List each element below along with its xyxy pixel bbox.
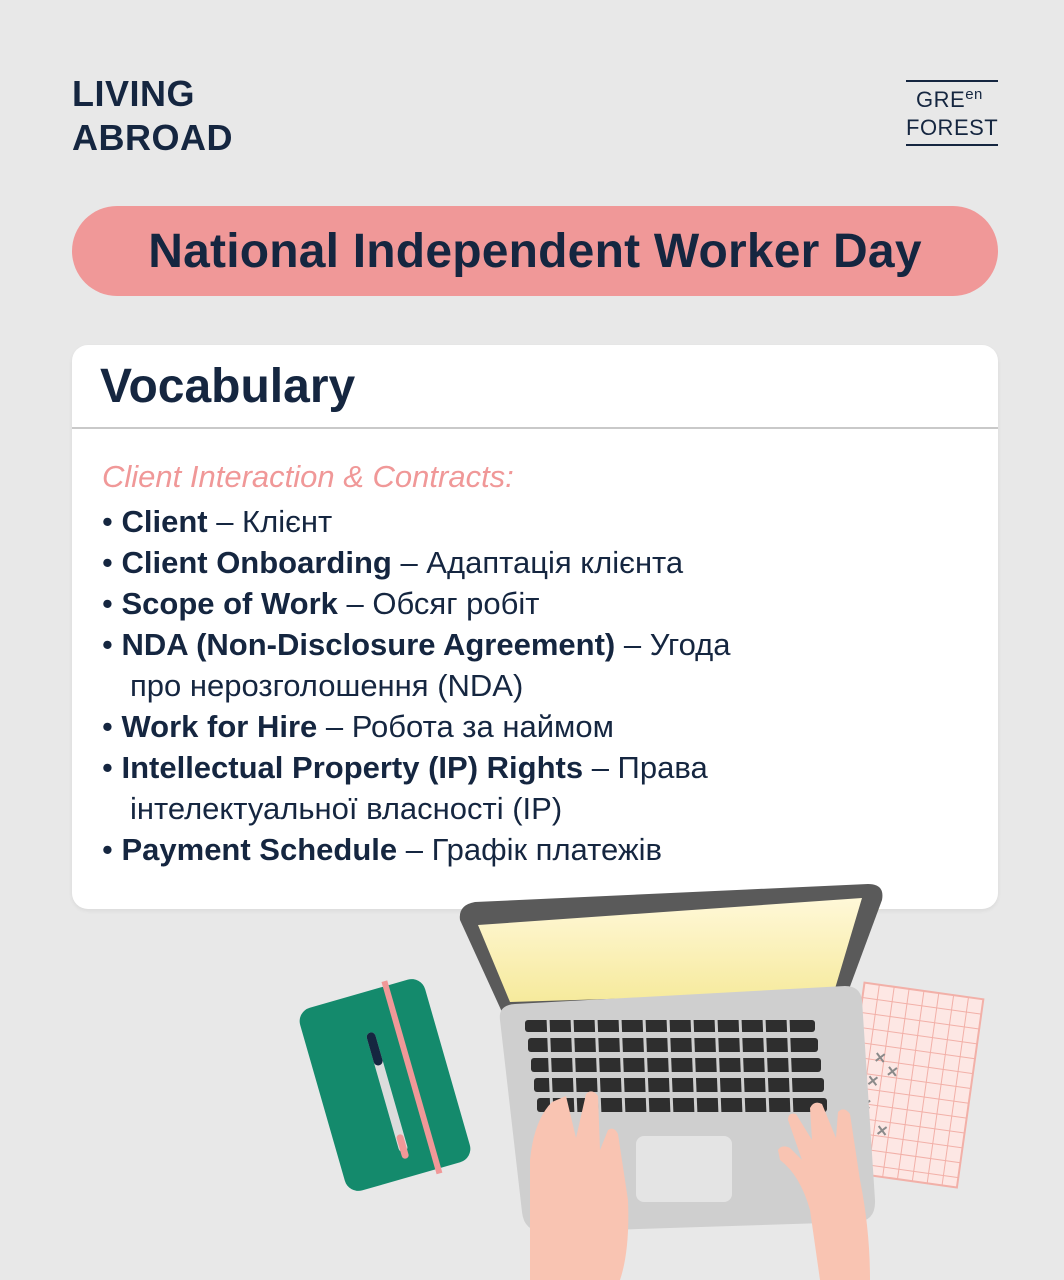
title-banner: National Independent Worker Day [72,206,998,296]
vocab-item: • Work for Hire – Робота за наймом [102,706,731,747]
vocab-item: • Intellectual Property (IP) Rights – Пр… [102,747,731,829]
brand-line-1: LIVING [72,73,196,114]
card-header: Vocabulary [72,345,998,429]
bullet: • [102,750,122,785]
bullet: • [102,709,122,744]
vocab-translation: – Адаптація клієнта [391,545,684,580]
vocab-translation: – Права [583,750,708,785]
vocab-translation-continued: інтелектуальної власності (IP) [130,791,563,826]
logo-top-rule [906,80,998,82]
logo-part-1: GRE [916,87,966,112]
section-title: Client Interaction & Contracts: [102,459,514,494]
bullet: • [102,832,122,867]
vocab-term: Client Onboarding [121,545,392,580]
card-heading: Vocabulary [100,359,356,413]
vocab-term: Scope of Work [121,586,338,621]
bullet: • [102,504,122,539]
vocab-item: • Client – Клієнт [102,501,731,542]
vocab-term: Payment Schedule [121,832,398,867]
vocab-translation: – Обсяг робіт [337,586,540,621]
vocab-translation: – Угода [615,627,731,662]
brand-wordmark: LIVING ABROAD [72,72,233,160]
vocab-term: Work for Hire [121,709,318,744]
vocab-item: • Client Onboarding – Адаптація клієнта [102,542,731,583]
logo-line-2: FOREST [906,115,999,140]
vocab-term: Intellectual Property (IP) Rights [121,750,584,785]
brand-line-2: ABROAD [72,117,233,158]
page-title: National Independent Worker Day [148,224,922,278]
vocab-translation: – Графік платежів [397,832,662,867]
notebook [299,979,471,1191]
vocab-term: Client [121,504,208,539]
vocabulary-list: • Client – Клієнт • Client Onboarding – … [102,501,731,870]
bullet: • [102,627,122,662]
bullet: • [102,545,122,580]
bullet: • [102,586,122,621]
vocab-translation-continued: про нерозголошення (NDA) [130,668,524,703]
vocab-translation: – Робота за наймом [317,709,614,744]
green-forest-logo: GREen FOREST [906,80,998,148]
vocab-item: • NDA (Non-Disclosure Agreement) – Угода… [102,624,731,706]
vocab-item: • Scope of Work – Обсяг робіт [102,583,731,624]
logo-line-1: GREen [916,86,983,112]
laptop [459,884,883,1232]
logo-bottom-rule [906,144,998,146]
vocabulary-card: Vocabulary Client Interaction & Contract… [72,345,998,909]
hands [530,1091,870,1280]
logo-part-1-sup: en [965,86,983,103]
vocab-item: • Payment Schedule – Графік платежів [102,829,731,870]
vocab-translation: – Клієнт [207,504,333,539]
grid-paper [836,981,985,1189]
vocab-term: NDA (Non-Disclosure Agreement) [121,627,616,662]
